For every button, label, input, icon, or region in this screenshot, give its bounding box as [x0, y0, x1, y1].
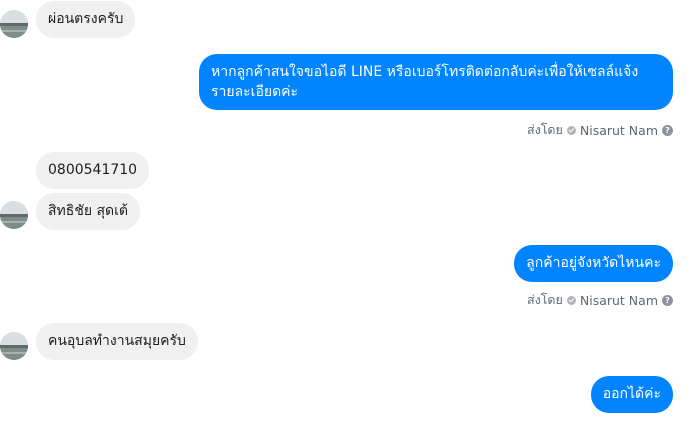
- message-incoming: ผ่อนตรงครับ: [36, 1, 136, 38]
- contact-avatar[interactable]: [0, 10, 28, 38]
- contact-avatar[interactable]: [0, 201, 28, 229]
- message-text: ลูกค้าอยู่จังหวัดไหนคะ: [526, 255, 661, 271]
- message-incoming: คนอุบลทำงานสมุยครับ: [36, 323, 198, 360]
- message-text: หากลูกค้าสนใจขอไอดี LINE หรือเบอร์โทรติด…: [211, 64, 639, 100]
- message-text: 0800541710: [48, 162, 138, 178]
- sent-by-label: ส่งโดย Nisarut Nam ?: [527, 120, 673, 140]
- message-incoming: 0800541710: [36, 152, 150, 189]
- sent-by-label: ส่งโดย Nisarut Nam ?: [527, 290, 673, 310]
- message-text: สิทธิชัย สุดเต้: [48, 203, 128, 219]
- check-circle-icon: [566, 295, 576, 305]
- question-icon[interactable]: ?: [662, 294, 673, 306]
- contact-avatar[interactable]: [0, 332, 28, 360]
- message-outgoing: ออกได้ค่ะ: [590, 376, 673, 413]
- avatar-image: [0, 10, 28, 38]
- message-text: ผ่อนตรงครับ: [48, 11, 124, 27]
- avatar-image: [0, 201, 28, 229]
- message-text: คนอุบลทำงานสมุยครับ: [48, 333, 186, 349]
- message-outgoing: หากลูกค้าสนใจขอไอดี LINE หรือเบอร์โทรติด…: [199, 54, 673, 110]
- message-incoming: สิทธิชัย สุดเต้: [36, 193, 140, 230]
- sender-name[interactable]: Nisarut Nam: [580, 123, 658, 138]
- sent-by-text: ส่งโดย: [526, 292, 563, 307]
- sender-name[interactable]: Nisarut Nam: [580, 293, 658, 308]
- avatar-image: [0, 332, 28, 360]
- question-icon[interactable]: ?: [662, 124, 673, 136]
- check-circle-icon: [566, 125, 576, 135]
- message-outgoing: ลูกค้าอยู่จังหวัดไหนคะ: [514, 245, 673, 282]
- message-text: ออกได้ค่ะ: [602, 386, 661, 402]
- sent-by-text: ส่งโดย: [526, 122, 563, 137]
